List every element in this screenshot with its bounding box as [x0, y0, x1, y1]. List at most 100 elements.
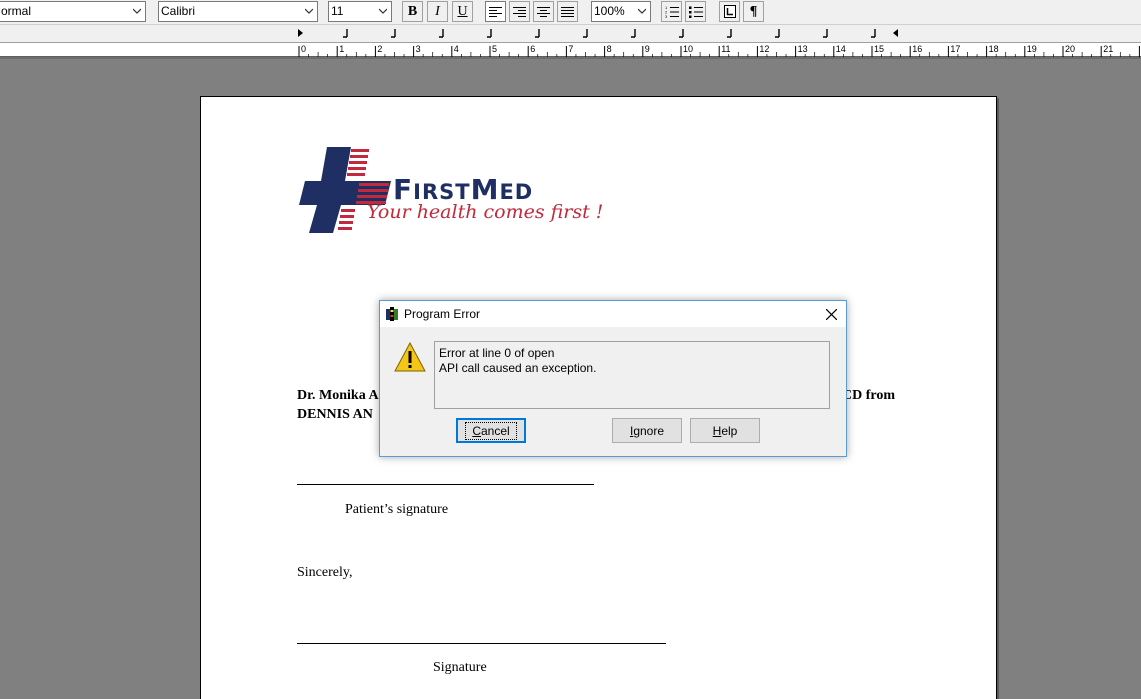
body-line-1-left: Dr. Monika A [297, 388, 379, 403]
numbered-list-button[interactable]: 123 [661, 1, 682, 22]
formatting-toolbar: ormal Calibri 11 B I U 100% 123 ¶ [0, 0, 1141, 24]
tab-stop-marker[interactable] [535, 29, 540, 38]
tab-stop-marker[interactable] [583, 29, 588, 38]
ruler-number: 0 [301, 44, 306, 54]
ruler-number: 8 [607, 44, 612, 54]
ruler-number: 18 [989, 44, 999, 54]
help-rest: elp [721, 423, 738, 438]
ruler-number: 12 [759, 44, 769, 54]
font-size-combobox[interactable]: 11 [328, 1, 392, 22]
left-indent-marker[interactable] [298, 29, 303, 37]
cancel-button[interactable]: Cancel [456, 418, 526, 443]
ruler-number: 15 [874, 44, 884, 54]
italic-button[interactable]: I [427, 1, 448, 22]
warning-icon [394, 342, 426, 372]
zoom-combobox[interactable]: 100% [591, 1, 651, 22]
cancel-button-label: Cancel [465, 421, 517, 440]
program-error-dialog: Program Error Error at line 0 of open AP… [379, 300, 847, 457]
tab-stop-marker[interactable] [487, 29, 492, 38]
close-icon [825, 308, 837, 320]
tab-stop-marker[interactable] [871, 29, 876, 38]
chevron-down-icon [133, 8, 141, 14]
align-center-button[interactable] [533, 1, 554, 22]
underline-label: U [457, 3, 468, 19]
tab-stop-marker[interactable] [727, 29, 732, 38]
patient-signature-label: Patient’s signature [345, 502, 449, 517]
ruler-border [0, 57, 1141, 59]
ruler-number: 14 [836, 44, 846, 54]
patient-signature-line [297, 484, 594, 485]
bold-button[interactable]: B [402, 1, 423, 22]
underline-button[interactable]: U [452, 1, 473, 22]
ruler-number: 20 [1065, 44, 1075, 54]
ignore-button-label: Ignore [630, 424, 664, 438]
justify-button[interactable] [557, 1, 578, 22]
chevron-down-icon [638, 8, 646, 14]
tab-stop-marker[interactable] [775, 29, 780, 38]
align-right-icon [513, 6, 526, 17]
right-indent-marker[interactable] [893, 29, 898, 37]
chevron-down-icon [305, 8, 313, 14]
ruler-number: 16 [912, 44, 922, 54]
signature-line [297, 643, 666, 644]
tab-stop-marker[interactable] [631, 29, 636, 38]
ruler-number: 19 [1027, 44, 1037, 54]
ruler-number: 5 [492, 44, 497, 54]
error-message-box: Error at line 0 of open API call caused … [434, 341, 830, 409]
svg-text:3: 3 [665, 14, 668, 18]
close-button[interactable] [822, 305, 840, 323]
italic-label: I [435, 3, 440, 19]
ruler-number: 2 [377, 44, 382, 54]
body-line-1-right: CD from [842, 388, 896, 403]
page-layout-button[interactable] [719, 1, 740, 22]
align-left-button[interactable] [485, 1, 506, 22]
page-layout-icon [723, 5, 736, 18]
application-icon [386, 307, 398, 321]
help-button[interactable]: Help [690, 418, 760, 443]
horizontal-ruler[interactable]: 012345678910111213141516171819202122 [0, 42, 1141, 58]
tab-stop-marker[interactable] [823, 29, 828, 38]
ruler-number: 3 [416, 44, 421, 54]
bullet-list-button[interactable] [685, 1, 706, 22]
chevron-down-icon [379, 8, 387, 14]
logo-tagline: Your health comes first ! [367, 201, 604, 223]
error-message-line-2: API call caused an exception. [439, 361, 597, 375]
ruler-number: 6 [530, 44, 535, 54]
bold-label: B [407, 3, 418, 19]
tab-stop-bar[interactable] [0, 24, 1141, 42]
pilcrow-icon: ¶ [749, 3, 758, 19]
ruler-number: 10 [683, 44, 693, 54]
dialog-title: Program Error [404, 307, 481, 321]
tab-stop-marker[interactable] [679, 29, 684, 38]
align-center-icon [537, 6, 550, 17]
justify-icon [561, 6, 574, 17]
cross-logo-icon [299, 147, 391, 233]
body-line-2-left: DENNIS AN [297, 407, 373, 422]
closing-text: Sincerely, [297, 565, 353, 580]
ignore-rest: gnore [633, 423, 665, 438]
ruler-number: 4 [454, 44, 459, 54]
bullet-list-icon [688, 6, 703, 18]
ruler-number: 17 [950, 44, 960, 54]
ignore-button[interactable]: Ignore [612, 418, 682, 443]
tab-stop-marker[interactable] [391, 29, 396, 38]
error-message-line-1: Error at line 0 of open [439, 346, 555, 360]
font-combobox[interactable]: Calibri [158, 1, 318, 22]
help-button-label: Help [713, 424, 738, 438]
ruler-number: 9 [645, 44, 650, 54]
font-value: Calibri [161, 4, 196, 18]
signature-label: Signature [433, 660, 487, 675]
show-formatting-button[interactable]: ¶ [743, 1, 764, 22]
ruler-number: 7 [568, 44, 573, 54]
style-value: ormal [1, 4, 32, 18]
tab-stop-marker[interactable] [343, 29, 348, 38]
align-right-button[interactable] [509, 1, 530, 22]
ruler-number: 1 [339, 44, 344, 54]
ruler-scale: 012345678910111213141516171819202122 [0, 44, 1141, 58]
tab-stops [298, 29, 898, 38]
tab-stop-marker[interactable] [439, 29, 444, 38]
cancel-accel: C [472, 423, 481, 438]
dialog-titlebar[interactable]: Program Error [380, 301, 846, 327]
style-combobox[interactable]: ormal [0, 1, 146, 22]
cancel-rest: ancel [480, 423, 510, 438]
